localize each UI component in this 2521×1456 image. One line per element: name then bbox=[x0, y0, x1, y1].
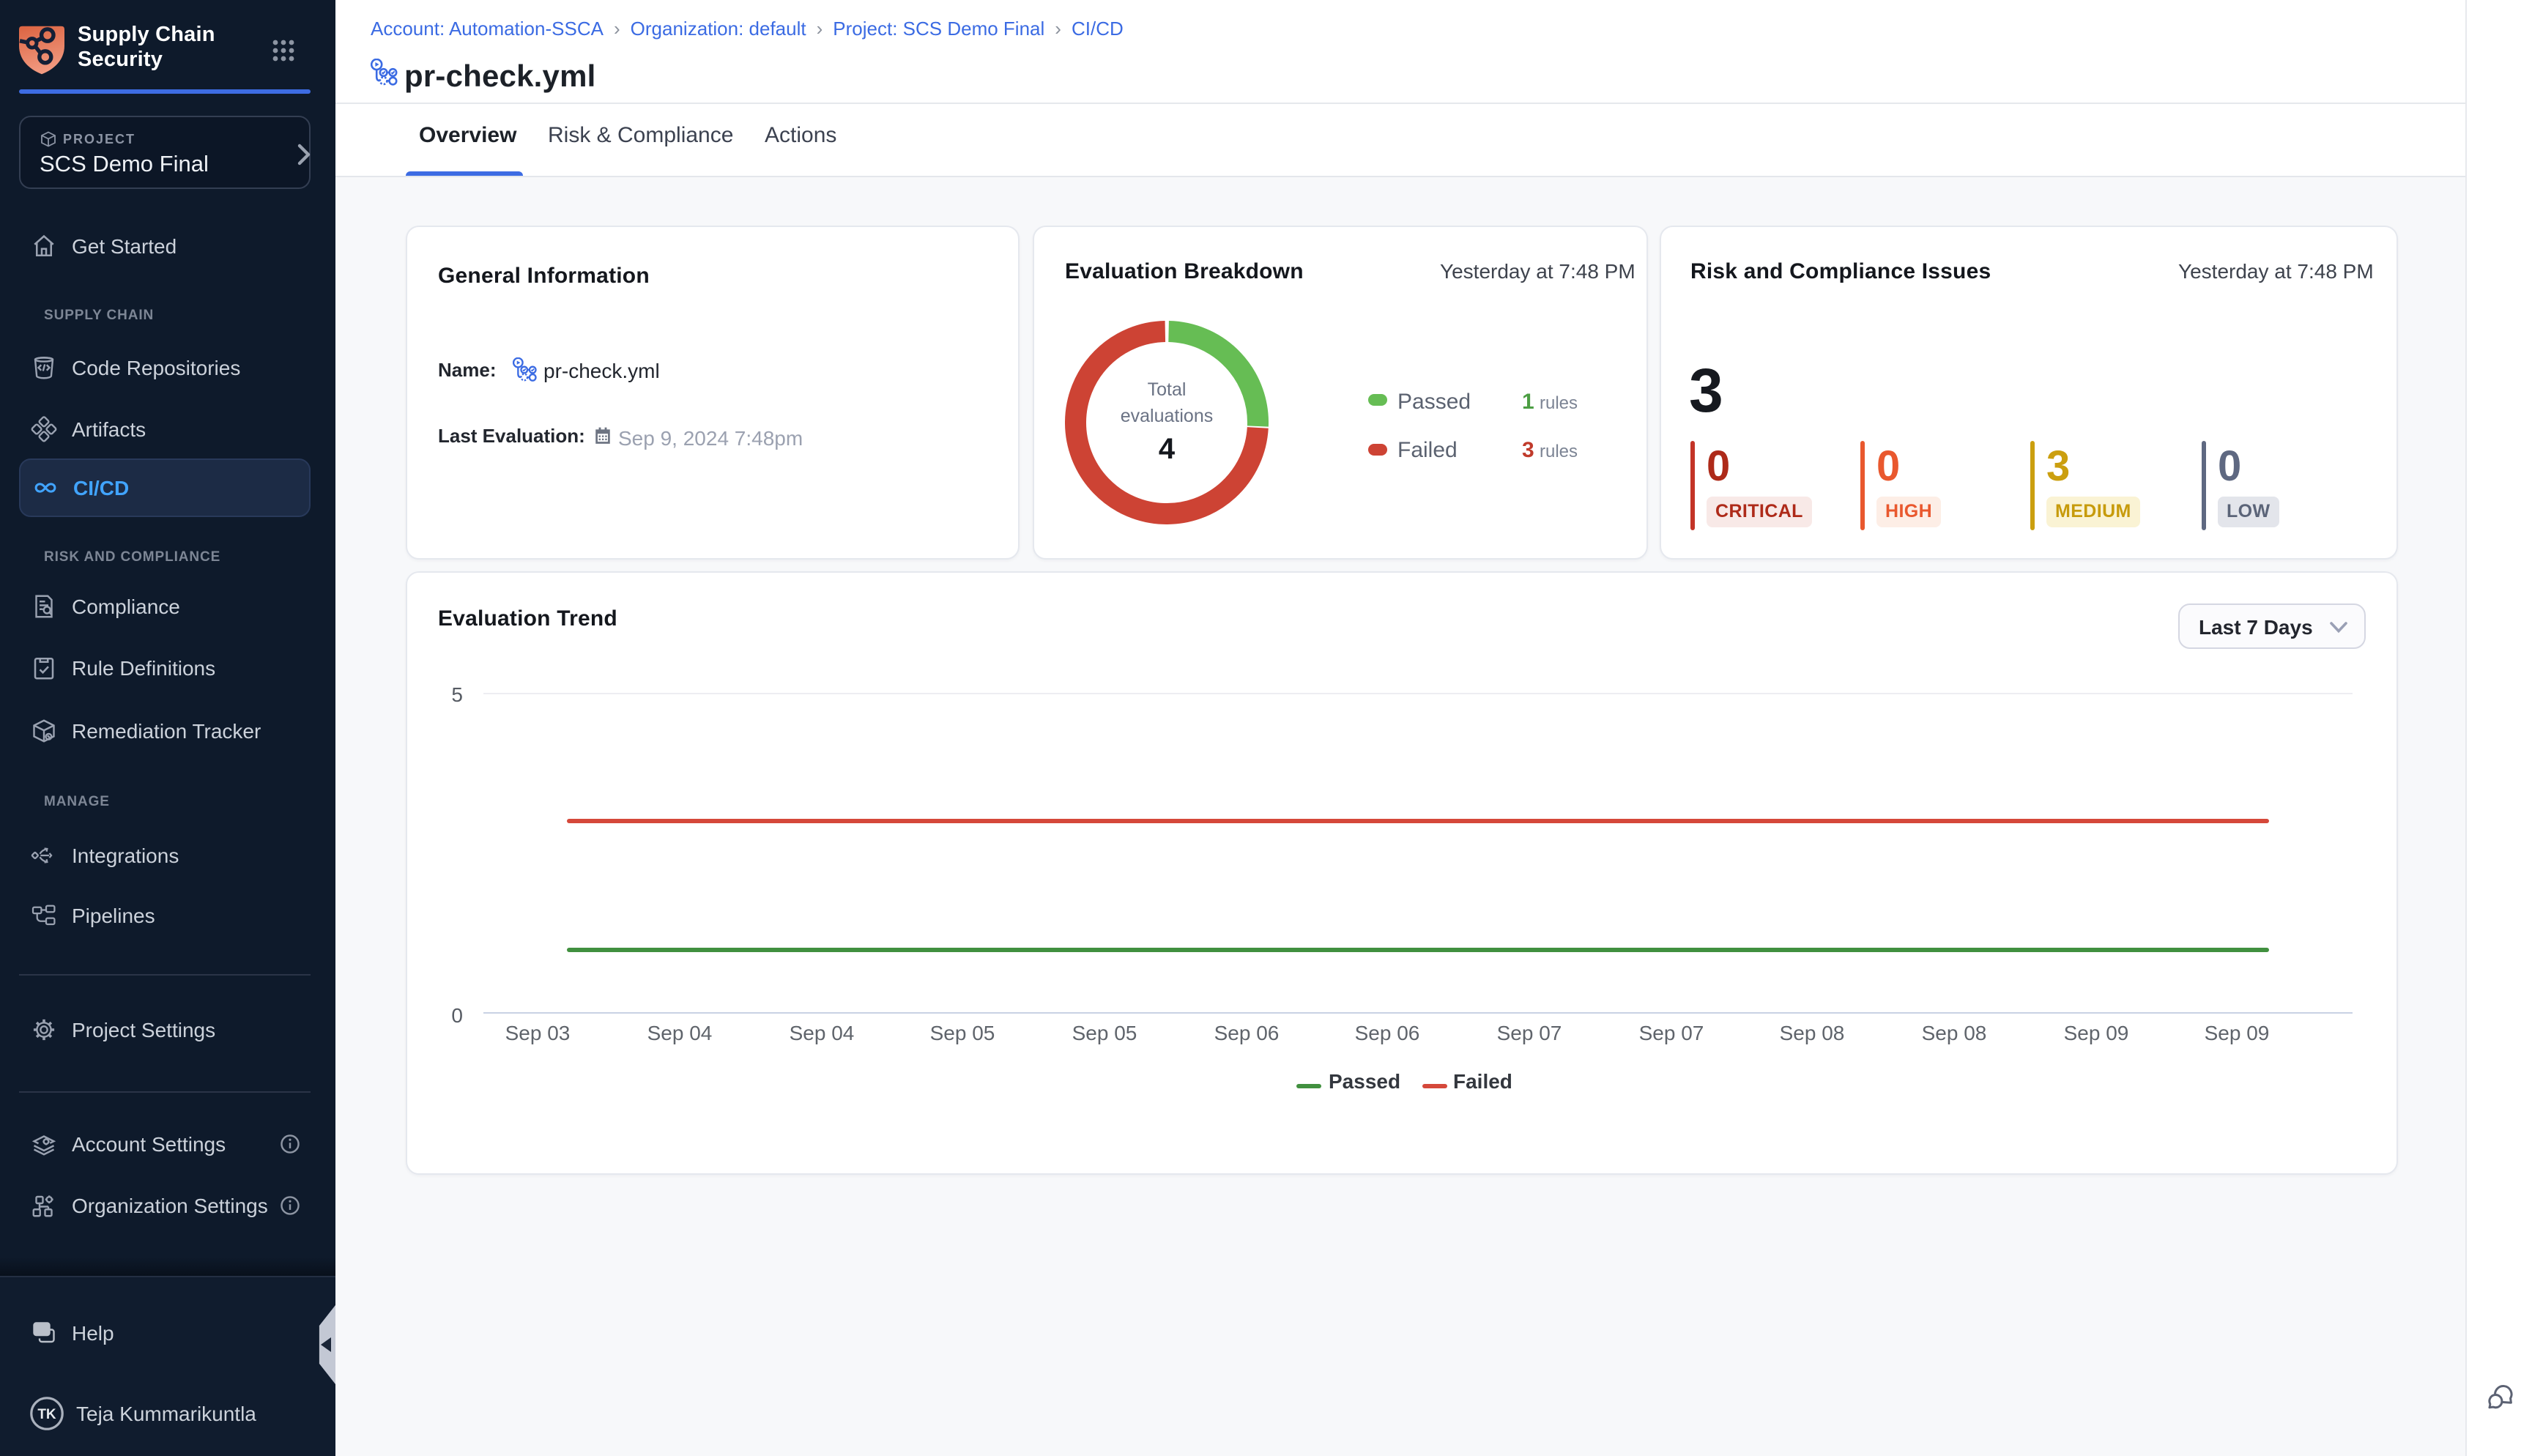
svg-text:TK: TK bbox=[37, 1407, 56, 1422]
svg-text:?: ? bbox=[38, 1323, 45, 1336]
